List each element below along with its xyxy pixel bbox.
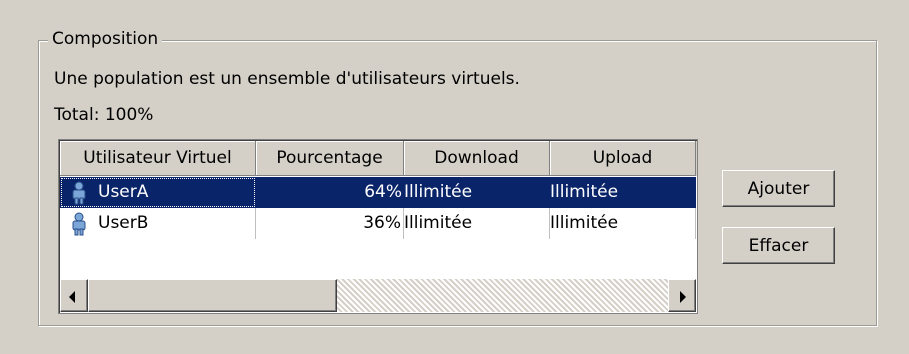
horizontal-scrollbar[interactable]: [60, 279, 696, 312]
cell-user: UserA: [60, 177, 256, 208]
description-text: Une population est un ensemble d'utilisa…: [54, 69, 520, 89]
list-header: Utilisateur Virtuel Pourcentage Download…: [60, 141, 697, 176]
table-row[interactable]: UserB 36% Illimitée Illimitée: [60, 208, 696, 239]
column-header-upload[interactable]: Upload: [550, 141, 696, 176]
column-header-percentage[interactable]: Pourcentage: [256, 141, 404, 176]
cell-upload: Illimitée: [550, 208, 696, 239]
total-text: Total: 100%: [54, 105, 154, 125]
cell-percentage: 36%: [256, 208, 404, 239]
group-title: Composition: [48, 28, 163, 50]
add-button[interactable]: Ajouter: [722, 170, 835, 207]
cell-user: UserB: [60, 208, 256, 239]
column-header-download[interactable]: Download: [404, 141, 550, 176]
right-arrow-icon: [680, 291, 686, 303]
scroll-right-button[interactable]: [668, 279, 696, 312]
cell-download: Illimitée: [404, 208, 550, 239]
virtual-users-list[interactable]: Utilisateur Virtuel Pourcentage Download…: [58, 139, 698, 314]
cell-percentage: 64%: [364, 182, 402, 202]
left-arrow-icon: [69, 291, 75, 303]
scroll-left-button[interactable]: [60, 279, 88, 312]
column-header-virtual-user[interactable]: Utilisateur Virtuel: [60, 141, 256, 176]
composition-panel: Composition Une population est un ensemb…: [0, 0, 909, 354]
cell-upload: Illimitée: [550, 182, 619, 202]
table-row[interactable]: UserA 64% Illimitée Illimitée: [60, 177, 696, 208]
clear-button[interactable]: Effacer: [722, 227, 835, 264]
cell-download: Illimitée: [404, 182, 473, 202]
scrollbar-thumb[interactable]: [88, 279, 337, 312]
